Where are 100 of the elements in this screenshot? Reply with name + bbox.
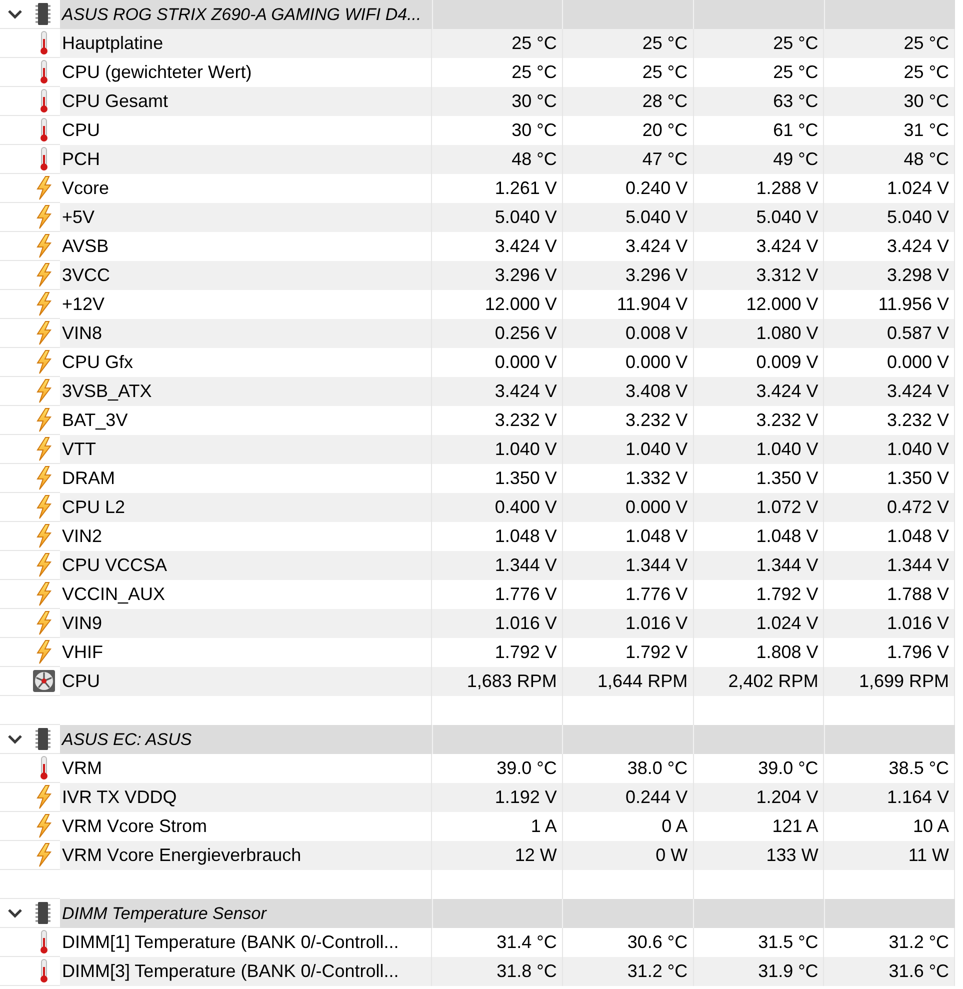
table-row[interactable]: VRM Vcore Strom 1 A 0 A 121 A 10 A (60, 812, 955, 841)
lightning-bolt-icon (36, 234, 52, 258)
sensor-value: 1.792 V (626, 641, 688, 664)
sensor-value: 31.4 °C (496, 931, 557, 954)
table-row[interactable]: CPU Gesamt 30 °C 28 °C 63 °C 30 °C (60, 87, 955, 116)
sensor-value: 25 °C (773, 61, 818, 84)
table-row[interactable]: Vcore 1.261 V 0.240 V 1.288 V 1.024 V (60, 174, 955, 203)
sensor-value: 11 W (908, 844, 950, 867)
sensor-value: 3.232 V (626, 409, 688, 432)
sensor-value: 0.256 V (494, 322, 557, 345)
sensor-name: BAT_3V (62, 409, 128, 432)
table-row[interactable]: CPU 1,683 RPM 1,644 RPM 2,402 RPM 1,699 RPM (60, 667, 955, 696)
sensor-value: 1.350 V (756, 467, 818, 490)
sensor-value: 1 A (530, 815, 557, 838)
sensor-name: 3VCC (62, 264, 110, 287)
sensor-value: 3.296 V (626, 264, 688, 287)
table-row[interactable]: DIMM[1] Temperature (BANK 0/-Controll... 31.4 °C 30.6 °C 31.5 °C 31.2 °C (60, 928, 955, 957)
table-row[interactable]: CPU 30 °C 20 °C 61 °C 31 °C (60, 116, 955, 145)
sensor-value: 3.424 V (494, 235, 557, 258)
sensor-value: 47 °C (642, 148, 688, 171)
sensor-value: 3.232 V (756, 409, 818, 432)
table-row[interactable]: VHIF 1.792 V 1.792 V 1.808 V 1.796 V (60, 638, 955, 667)
sensor-value: 0.244 V (626, 786, 688, 809)
sensor-value: 3.424 V (626, 235, 688, 258)
table-row[interactable]: CPU VCCSA 1.344 V 1.344 V 1.344 V 1.344 V (60, 551, 955, 580)
sensor-value: 1.776 V (626, 583, 688, 606)
sensor-value: 3.296 V (494, 264, 557, 287)
table-row[interactable]: PCH 48 °C 47 °C 49 °C 48 °C (60, 145, 955, 174)
lightning-bolt-icon (36, 640, 52, 664)
table-row[interactable]: BAT_3V 3.232 V 3.232 V 3.232 V 3.232 V (60, 406, 955, 435)
sensor-name: CPU VCCSA (62, 554, 168, 577)
sensor-value: 0.000 V (626, 496, 688, 519)
sensor-value: 5.040 V (494, 206, 557, 229)
sensor-value: 5.040 V (626, 206, 688, 229)
sensor-value: 11.956 V (878, 293, 950, 316)
sensor-value: 39.0 °C (758, 757, 818, 780)
sensor-value: 25 °C (904, 61, 950, 84)
lightning-bolt-icon (36, 611, 52, 635)
sensor-name: CPU L2 (62, 496, 126, 519)
table-row[interactable]: Hauptplatine 25 °C 25 °C 25 °C 25 °C (60, 29, 955, 58)
lightning-bolt-icon (36, 292, 52, 316)
table-row[interactable]: +5V 5.040 V 5.040 V 5.040 V 5.040 V (60, 203, 955, 232)
table-row[interactable]: VCCIN_AUX 1.776 V 1.776 V 1.792 V 1.788 V (60, 580, 955, 609)
sensor-value: 1.048 V (756, 525, 818, 548)
sensor-name: CPU (62, 670, 100, 693)
sensor-name: VTT (62, 438, 96, 461)
sensor-value: 38.0 °C (627, 757, 688, 780)
table-row[interactable]: DRAM 1.350 V 1.332 V 1.350 V 1.350 V (60, 464, 955, 493)
table-row[interactable]: VIN2 1.048 V 1.048 V 1.048 V 1.048 V (60, 522, 955, 551)
table-row[interactable]: VRM Vcore Energieverbrauch 12 W 0 W 133 W 11 W (60, 841, 955, 870)
sensor-value: 1.164 V (886, 786, 950, 809)
table-row[interactable]: DIMM[3] Temperature (BANK 0/-Controll... 31.8 °C 31.2 °C 31.9 °C 31.6 °C (60, 957, 955, 986)
group-header-row[interactable]: ASUS EC: ASUS (60, 725, 955, 754)
sensor-value: 3.232 V (494, 409, 557, 432)
table-row[interactable]: CPU (gewichteter Wert) 25 °C 25 °C 25 °C 25 °C (60, 58, 955, 87)
table-row[interactable]: AVSB 3.424 V 3.424 V 3.424 V 3.424 V (60, 232, 955, 261)
sensor-value: 1.788 V (886, 583, 950, 606)
sensor-value: 1.024 V (756, 612, 818, 635)
sensor-value: 1.261 V (494, 177, 557, 200)
sensor-value: 30 °C (512, 119, 557, 142)
sensor-value: 25 °C (642, 32, 688, 55)
lightning-bolt-icon (36, 553, 52, 577)
sensor-name: Vcore (62, 177, 110, 200)
sensor-name: VHIF (62, 641, 104, 664)
sensor-name: VIN2 (62, 525, 102, 548)
group-header-row[interactable]: ASUS ROG STRIX Z690-A GAMING WIFI D4... (60, 0, 955, 29)
lightning-bolt-icon (36, 205, 52, 229)
sensor-value: 1.048 V (886, 525, 950, 548)
table-row[interactable]: +12V 12.000 V 11.904 V 12.000 V 11.956 V (60, 290, 955, 319)
sensor-value: 31 °C (904, 119, 950, 142)
sensor-value: 1.344 V (494, 554, 557, 577)
sensor-value: 1.792 V (756, 583, 818, 606)
sensor-value: 1.016 V (886, 612, 950, 635)
sensor-value: 0.000 V (494, 351, 557, 374)
sensor-name: VRM (62, 757, 102, 780)
sensor-value: 1.332 V (626, 467, 688, 490)
table-row[interactable]: IVR TX VDDQ 1.192 V 0.244 V 1.204 V 1.164 V (60, 783, 955, 812)
sensor-value: 30 °C (904, 90, 950, 113)
sensor-name: +5V (62, 206, 95, 229)
table-row[interactable]: VIN9 1.016 V 1.016 V 1.024 V 1.016 V (60, 609, 955, 638)
group-title: DIMM Temperature Sensor (62, 902, 266, 925)
sensor-value: 3.408 V (626, 380, 688, 403)
sensor-value: 3.424 V (886, 380, 950, 403)
table-row[interactable]: 3VCC 3.296 V 3.296 V 3.312 V 3.298 V (60, 261, 955, 290)
sensor-value: 3.424 V (494, 380, 557, 403)
sensor-value: 61 °C (773, 119, 818, 142)
table-row[interactable]: VTT 1.040 V 1.040 V 1.040 V 1.040 V (60, 435, 955, 464)
lightning-bolt-icon (36, 466, 52, 490)
table-row[interactable]: CPU Gfx 0.000 V 0.000 V 0.009 V 0.000 V (60, 348, 955, 377)
group-header-row[interactable]: DIMM Temperature Sensor (60, 899, 955, 928)
lightning-bolt-icon (36, 814, 52, 838)
table-row[interactable]: 3VSB_ATX 3.424 V 3.408 V 3.424 V 3.424 V (60, 377, 955, 406)
sensor-value: 1.796 V (886, 641, 950, 664)
table-row[interactable]: VRM 39.0 °C 38.0 °C 39.0 °C 38.5 °C (60, 754, 955, 783)
table-row[interactable]: CPU L2 0.400 V 0.000 V 1.072 V 0.472 V (60, 493, 955, 522)
sensor-value: 1.776 V (494, 583, 557, 606)
sensor-value: 133 W (766, 844, 818, 867)
sensor-value: 1.288 V (756, 177, 818, 200)
sensor-value: 1.040 V (886, 438, 950, 461)
table-row[interactable]: VIN8 0.256 V 0.008 V 1.080 V 0.587 V (60, 319, 955, 348)
